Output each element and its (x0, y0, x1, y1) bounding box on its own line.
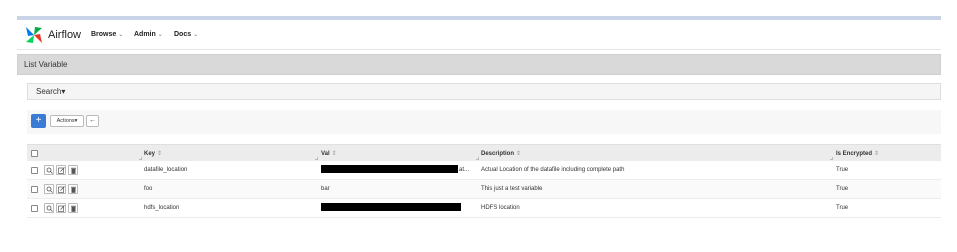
sort-icon: ⇕ (157, 151, 163, 157)
search-bar: Search▾ (27, 83, 941, 100)
delete-button[interactable] (68, 165, 78, 175)
chevron-down-icon: ⌄ (118, 32, 124, 38)
edit-button[interactable] (56, 165, 66, 175)
column-header-key[interactable]: Key ⇕ (144, 150, 162, 157)
row-checkbox[interactable] (31, 186, 38, 193)
select-all-checkbox[interactable] (31, 150, 38, 157)
cell-description: This just a test variable (481, 186, 543, 192)
trash-icon (71, 167, 76, 174)
column-header-is-encrypted-label: Is Encrypted (836, 151, 873, 157)
cell-key: hdfs_location (144, 205, 180, 211)
table-row: foo bar This just a test variable True (27, 180, 941, 199)
view-button[interactable] (44, 165, 54, 175)
edit-icon (58, 186, 65, 193)
nav-admin-label: Admin (134, 31, 156, 38)
variable-table: Key ⇕ Val ⇕ Description ⇕ Is Encrypted ⇕ dat… (27, 144, 941, 218)
column-header-key-label: Key (144, 151, 156, 157)
cell-key: foo (144, 186, 153, 192)
redacted-value (321, 203, 461, 211)
edit-icon (58, 205, 65, 212)
view-button[interactable] (44, 184, 54, 194)
page-title: List Variable (24, 60, 68, 69)
redacted-value (321, 165, 458, 173)
search-dropdown[interactable]: Search▾ (36, 87, 65, 96)
caret-down-icon: ▾ (61, 87, 66, 96)
navbar: Airflow Browse ⌄ Admin ⌄ Docs ⌄ (17, 20, 941, 50)
column-resize-handle[interactable] (476, 157, 479, 160)
nav-browse-label: Browse (91, 31, 117, 38)
search-icon (46, 167, 53, 174)
cell-key: datafile_location (144, 167, 188, 173)
column-header-val-label: Val (321, 151, 330, 157)
cell-val: bar (321, 186, 330, 192)
table-row: hdfs_location HDFS location True (27, 199, 941, 218)
view-button[interactable] (44, 203, 54, 213)
column-header-description[interactable]: Description ⇕ (481, 150, 521, 157)
table-row: datafile_location at... Actual Location … (27, 161, 941, 180)
cell-is-encrypted: True (836, 205, 849, 211)
sort-icon: ⇕ (516, 151, 522, 157)
column-resize-handle[interactable] (315, 157, 318, 160)
trash-icon (71, 205, 76, 212)
delete-button[interactable] (68, 184, 78, 194)
delete-button[interactable] (68, 203, 78, 213)
edit-button[interactable] (56, 184, 66, 194)
sort-icon: ⇕ (331, 151, 337, 157)
toolbar: + Actions▾ ← (27, 110, 941, 134)
edit-button[interactable] (56, 203, 66, 213)
brand[interactable]: Airflow (24, 25, 81, 45)
search-icon (46, 186, 53, 193)
back-button[interactable]: ← (86, 115, 99, 127)
brand-name: Airflow (48, 29, 82, 41)
search-label: Search (36, 87, 62, 96)
arrow-left-icon: ← (89, 117, 96, 124)
sort-icon: ⇕ (874, 151, 880, 157)
cell-is-encrypted: True (836, 186, 849, 192)
column-resize-handle[interactable] (139, 157, 142, 160)
search-icon (46, 205, 53, 212)
table-header: Key ⇕ Val ⇕ Description ⇕ Is Encrypted ⇕ (27, 144, 941, 161)
cell-description: HDFS location (481, 205, 520, 211)
column-header-val[interactable]: Val ⇕ (321, 150, 337, 157)
cell-description: Actual Location of the datafile includin… (481, 167, 625, 173)
chevron-down-icon: ⌄ (193, 32, 199, 38)
row-checkbox[interactable] (31, 205, 38, 212)
cell-is-encrypted: True (836, 167, 849, 173)
nav-docs-label: Docs (174, 31, 192, 38)
nav-browse[interactable]: Browse ⌄ (91, 31, 123, 38)
edit-icon (58, 167, 65, 174)
cell-val-suffix: at... (459, 167, 470, 173)
column-resize-handle[interactable] (830, 157, 833, 160)
actions-label: Actions (56, 118, 75, 124)
actions-dropdown[interactable]: Actions▾ (50, 115, 84, 127)
panel-header: List Variable (17, 54, 941, 75)
airflow-logo-icon (26, 27, 42, 43)
nav-admin[interactable]: Admin ⌄ (134, 31, 163, 38)
chevron-down-icon: ⌄ (157, 32, 163, 38)
trash-icon (71, 186, 76, 193)
row-checkbox[interactable] (31, 167, 38, 174)
nav-docs[interactable]: Docs ⌄ (174, 31, 198, 38)
column-header-is-encrypted[interactable]: Is Encrypted ⇕ (836, 150, 879, 157)
column-header-description-label: Description (481, 151, 515, 157)
caret-down-icon: ▾ (74, 118, 78, 124)
add-button[interactable]: + (31, 114, 46, 128)
